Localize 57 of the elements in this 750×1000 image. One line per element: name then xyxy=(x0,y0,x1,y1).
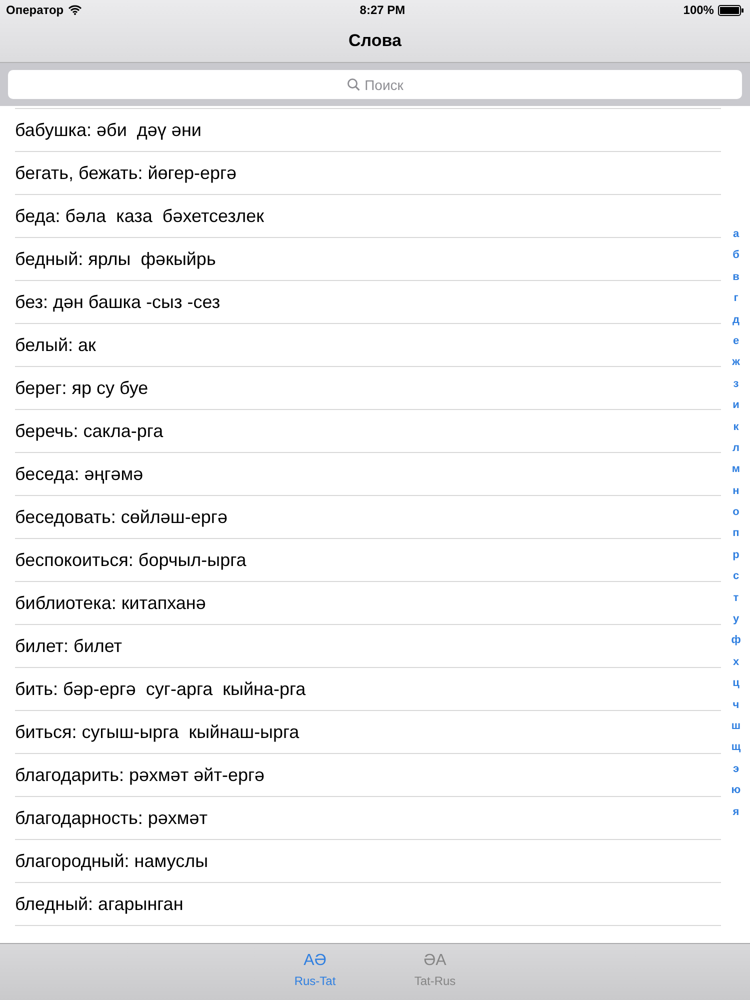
index-letter[interactable]: щ xyxy=(731,737,741,759)
word-entry[interactable]: бабушка: әби дәү әни xyxy=(15,120,202,140)
word-entry[interactable]: бегать, бежать: йөгер-ергә xyxy=(15,162,237,184)
search-field[interactable]: Поиск xyxy=(8,70,742,99)
word-entry[interactable]: благородный: намуслы xyxy=(15,850,208,872)
index-letter[interactable]: б xyxy=(732,245,740,267)
index-letter[interactable]: ю xyxy=(731,780,741,802)
word-entry[interactable]: бить: бәр-ергә суг-арга кыйна-рга xyxy=(15,678,306,700)
status-time: 8:27 PM xyxy=(360,3,406,17)
index-letter[interactable]: в xyxy=(732,266,740,288)
index-letter[interactable]: я xyxy=(732,802,740,823)
index-letter[interactable]: ж xyxy=(732,352,740,374)
tab-button[interactable]: AӘ Rus-Tat xyxy=(275,944,355,1000)
word-entry[interactable]: беречь: сакла-рга xyxy=(15,420,164,442)
word-entry[interactable]: беспокоиться: борчыл-ырга xyxy=(15,550,246,570)
index-letter[interactable]: о xyxy=(732,502,740,524)
word-entry[interactable]: библиотека: китапханә xyxy=(15,592,206,614)
word-entry[interactable]: благодарить: рәхмәт әйт-ергә xyxy=(15,764,265,786)
index-letter[interactable]: х xyxy=(732,652,740,674)
battery-icon xyxy=(718,4,744,16)
battery-percent: 100% xyxy=(683,3,714,17)
word-entry[interactable]: бедный: ярлы фәкыйрь xyxy=(15,248,216,270)
index-letter[interactable]: к xyxy=(733,416,739,438)
word-entry[interactable]: без: дән башка -сыз -сез xyxy=(15,292,220,312)
index-letter[interactable]: д xyxy=(732,310,740,331)
word-entry[interactable]: бледный: агарынган xyxy=(15,894,184,914)
index-letter[interactable]: а xyxy=(732,224,740,246)
wifi-icon xyxy=(68,5,82,15)
word-entry[interactable]: берег: яр су буе xyxy=(15,378,148,398)
word-entry[interactable]: белый: ак xyxy=(15,334,96,356)
index-letter[interactable]: с xyxy=(732,566,740,588)
index-letter[interactable]: п xyxy=(732,523,740,545)
index-letter[interactable]: е xyxy=(732,330,740,352)
index-letter[interactable]: н xyxy=(732,480,740,502)
word-entry[interactable]: благодарность: рәхмәт xyxy=(15,808,208,828)
search-icon xyxy=(346,78,360,91)
index-letter[interactable]: г xyxy=(734,288,738,310)
index-letter[interactable]: ч xyxy=(732,694,740,716)
word-entry[interactable]: беседа: әңгәмә xyxy=(15,464,144,484)
index-letter[interactable]: у xyxy=(732,609,740,630)
word-entry[interactable]: беседовать: сөйләш-ергә xyxy=(15,506,228,528)
word-entry[interactable]: биться: сугыш-ырга кыйнаш-ырга xyxy=(15,722,300,742)
index-letter[interactable]: м xyxy=(732,459,740,481)
index-letter[interactable]: ф xyxy=(731,630,741,652)
index-letter[interactable]: ш xyxy=(731,716,741,738)
carrier-name: Оператор xyxy=(6,3,64,17)
index-letter[interactable]: ц xyxy=(732,673,740,695)
index-letter[interactable]: з xyxy=(733,374,739,396)
index-letter[interactable]: т xyxy=(733,588,739,610)
word-entry[interactable]: беда: бәла каза бәхетсезлек xyxy=(15,206,264,226)
index-letter[interactable]: э xyxy=(732,758,740,780)
word-entry[interactable]: билет: билет xyxy=(15,636,122,656)
tab-button[interactable]: ӘA Tat-Rus xyxy=(395,944,475,1000)
index-letter[interactable]: л xyxy=(732,438,740,460)
index-letter[interactable]: и xyxy=(732,395,740,417)
nav-title: Слова xyxy=(348,31,402,51)
index-letter[interactable]: р xyxy=(732,544,740,566)
